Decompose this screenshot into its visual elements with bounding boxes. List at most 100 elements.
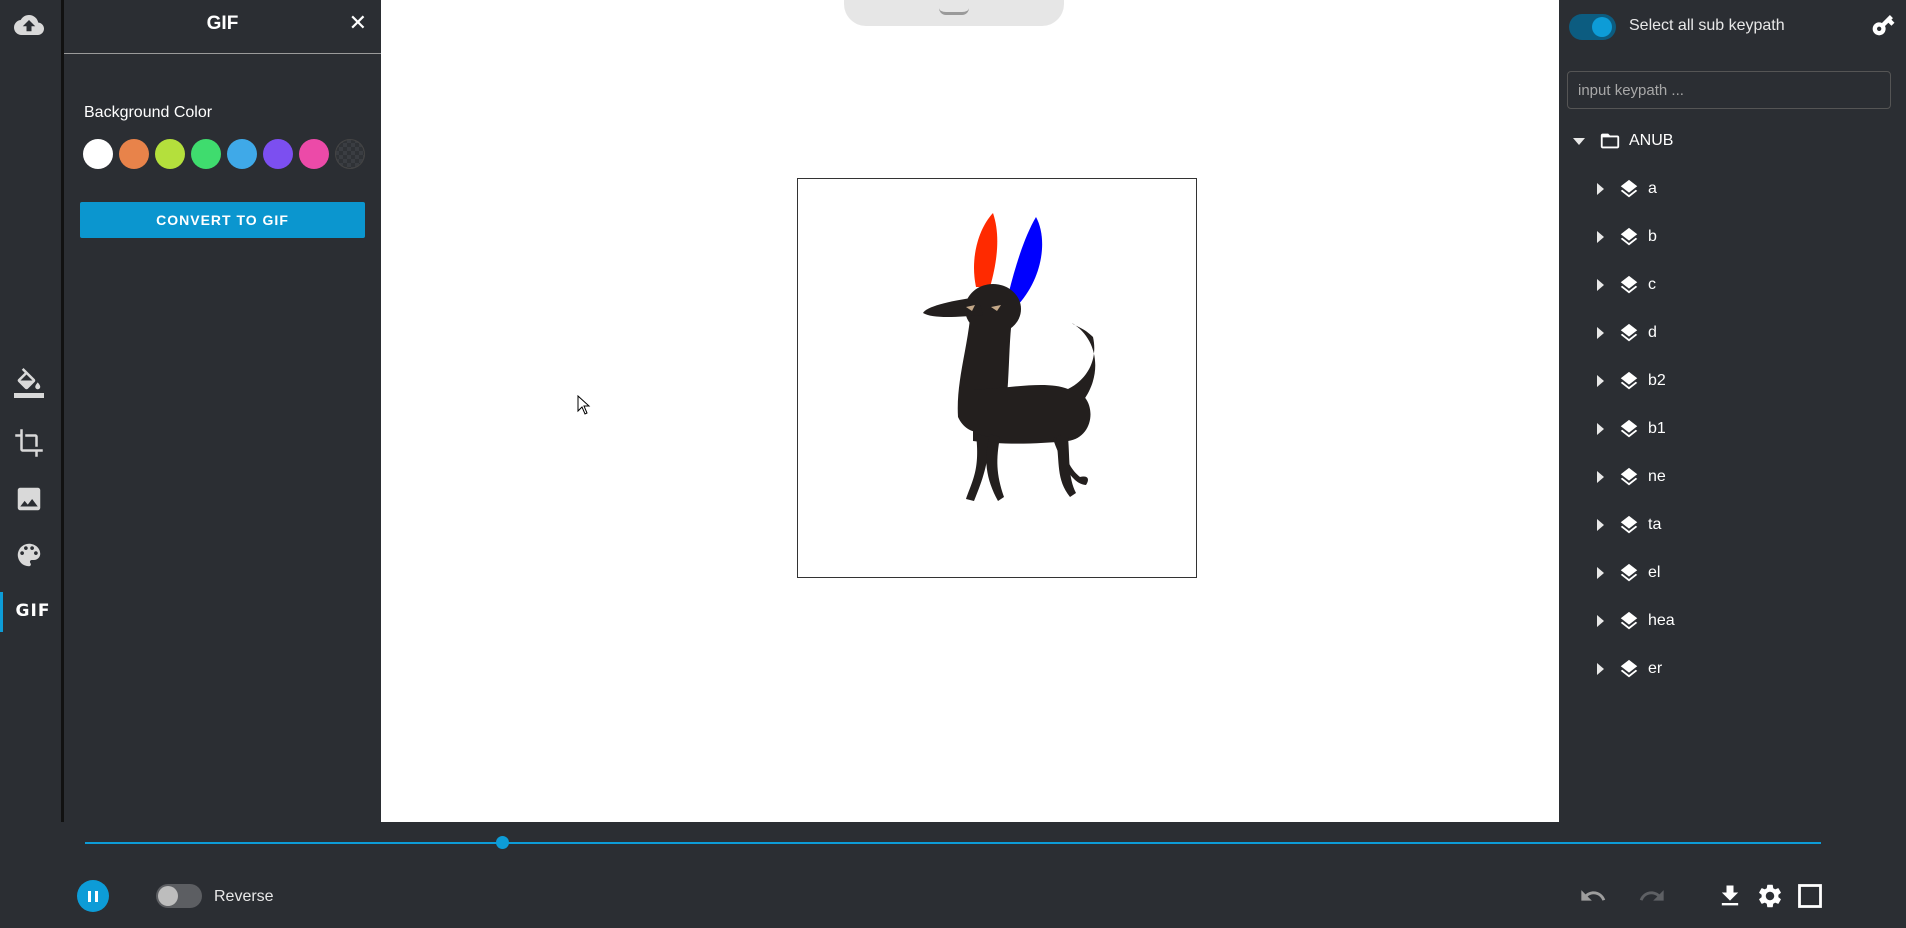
player-bar: Reverse (0, 822, 1906, 928)
caret-right-icon[interactable] (1597, 183, 1604, 195)
upload-icon[interactable] (10, 6, 48, 44)
redo-icon[interactable] (1636, 880, 1668, 912)
layer-item[interactable]: c (1597, 265, 1656, 305)
reverse-toggle[interactable] (156, 884, 202, 908)
fullscreen-icon[interactable] (1794, 880, 1826, 912)
download-icon[interactable] (1714, 880, 1746, 912)
toggle-knob (158, 886, 178, 906)
panel-header: GIF ✕ (64, 0, 381, 54)
layer-item[interactable]: b1 (1597, 409, 1666, 449)
folder-open-icon (1599, 130, 1621, 152)
keypath-input[interactable] (1567, 71, 1891, 109)
layer-label: c (1648, 276, 1656, 293)
chevron-down-icon (939, 8, 969, 15)
image-icon[interactable] (10, 480, 48, 518)
mouse-cursor-icon (577, 394, 591, 420)
layers-icon (1618, 514, 1640, 536)
tree-root-item[interactable]: ANUB (1573, 121, 1673, 161)
timeline-thumb[interactable] (495, 836, 509, 849)
color-swatch[interactable] (83, 139, 113, 169)
color-swatch[interactable] (227, 139, 257, 169)
layer-item[interactable]: b (1597, 217, 1657, 257)
layer-item[interactable]: el (1597, 553, 1660, 593)
layers-icon (1618, 658, 1640, 680)
gear-icon[interactable] (1754, 880, 1786, 912)
keypath-panel: Select all sub keypath ANUB a b c d b2 b1 ne ta… (1559, 0, 1906, 822)
crop-icon[interactable] (10, 424, 48, 462)
select-all-toggle[interactable] (1569, 14, 1616, 40)
layer-label: b2 (1648, 372, 1666, 389)
front-leg-1 (966, 434, 990, 501)
tail (1068, 323, 1096, 401)
key-icon[interactable] (1870, 12, 1896, 38)
layer-item[interactable]: er (1597, 649, 1662, 689)
close-icon[interactable]: ✕ (349, 12, 367, 34)
caret-down-icon[interactable] (1573, 137, 1585, 145)
layer-label: hea (1648, 612, 1675, 629)
layer-item[interactable]: hea (1597, 601, 1675, 641)
active-indicator (0, 592, 3, 632)
layers-icon (1618, 466, 1640, 488)
layer-label: el (1648, 564, 1661, 581)
layers-icon (1618, 322, 1640, 344)
anubis-dog-illustration (923, 213, 1096, 501)
layer-item[interactable]: b2 (1597, 361, 1666, 401)
layer-label: ta (1648, 516, 1662, 533)
palette-icon[interactable] (10, 536, 48, 574)
gif-panel: GIF ✕ Background Color CONVERT TO GIF (64, 0, 381, 822)
caret-right-icon[interactable] (1597, 663, 1604, 675)
caret-right-icon[interactable] (1597, 279, 1604, 291)
toggle-knob (1592, 17, 1612, 37)
layers-icon (1618, 226, 1640, 248)
color-swatch[interactable] (299, 139, 329, 169)
caret-right-icon[interactable] (1597, 567, 1604, 579)
animation-artboard[interactable] (797, 178, 1197, 578)
background-color-label: Background Color (84, 104, 213, 121)
panel-title: GIF (206, 13, 239, 34)
convert-to-gif-button[interactable]: CONVERT TO GIF (80, 202, 365, 238)
tool-rail: GIF (0, 0, 64, 822)
color-swatch[interactable] (335, 139, 365, 169)
paint-bucket-icon[interactable] (10, 364, 48, 402)
layer-label: b1 (1648, 420, 1666, 437)
layer-label: b (1648, 228, 1657, 245)
undo-icon[interactable] (1577, 880, 1609, 912)
front-leg-2 (986, 434, 1004, 501)
layer-item[interactable]: a (1597, 169, 1657, 209)
color-swatch[interactable] (263, 139, 293, 169)
gif-icon[interactable]: GIF (14, 592, 52, 630)
pause-icon-bar (95, 890, 98, 902)
caret-right-icon[interactable] (1597, 327, 1604, 339)
timeline-track[interactable] (85, 842, 1821, 844)
color-swatch[interactable] (155, 139, 185, 169)
layers-icon (1618, 418, 1640, 440)
layer-item[interactable]: ne (1597, 457, 1666, 497)
reverse-label: Reverse (214, 888, 274, 905)
caret-right-icon[interactable] (1597, 423, 1604, 435)
pause-button[interactable] (77, 880, 109, 912)
color-swatch[interactable] (119, 139, 149, 169)
layer-item[interactable]: ta (1597, 505, 1661, 545)
layer-label: d (1648, 324, 1657, 341)
layers-icon (1618, 562, 1640, 584)
ear-red (973, 213, 998, 287)
layers-icon (1618, 178, 1640, 200)
pull-down-tab[interactable] (844, 0, 1064, 26)
pause-icon-bar (88, 890, 91, 902)
tree-root-label: ANUB (1629, 132, 1674, 149)
caret-right-icon[interactable] (1597, 615, 1604, 627)
caret-right-icon[interactable] (1597, 231, 1604, 243)
layers-icon (1618, 274, 1640, 296)
caret-right-icon[interactable] (1597, 471, 1604, 483)
layers-icon (1618, 610, 1640, 632)
hind-leg-2 (1056, 437, 1076, 497)
canvas-stage (381, 0, 1559, 822)
layer-label: a (1648, 180, 1657, 197)
select-all-label: Select all sub keypath (1629, 17, 1785, 34)
caret-right-icon[interactable] (1597, 519, 1604, 531)
layer-item[interactable]: d (1597, 313, 1657, 353)
layer-label: ne (1648, 468, 1666, 485)
color-swatch[interactable] (191, 139, 221, 169)
caret-right-icon[interactable] (1597, 375, 1604, 387)
gif-icon-label: GIF (15, 601, 51, 621)
